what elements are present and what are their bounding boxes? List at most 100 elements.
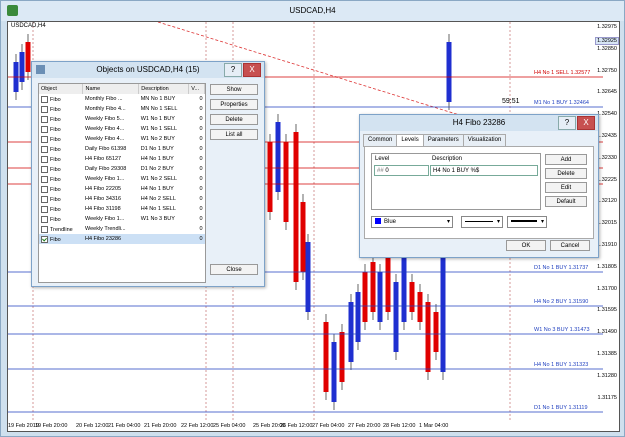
symbol-label: USDCAD,H4 (11, 23, 46, 29)
level-column-header: Level (375, 156, 390, 162)
visibility-checkbox[interactable] (41, 175, 48, 183)
fibo-close-icon[interactable]: X (577, 116, 595, 130)
date-tick: 28 Feb 12:00 (383, 423, 416, 429)
object-description: MN No 1 SELL (140, 106, 178, 112)
table-row[interactable]: Fibo H4 Fibo 65127 H4 No 1 BUY 0 (39, 154, 205, 164)
table-row[interactable]: Fibo Daily Fibo 61398 D1 No 1 BUY 0 (39, 144, 205, 154)
candle-body (362, 272, 368, 322)
fibo-dialog-titlebar[interactable]: H4 Fibo 23286 ? X (360, 115, 598, 131)
table-row[interactable]: Fibo Weekly Fibo 5... W1 No 1 BUY 0 (39, 114, 205, 124)
level-description-field[interactable]: H4 No 1 BUY %$ (430, 165, 538, 176)
visibility-checkbox[interactable] (41, 95, 48, 103)
visibility-checkbox[interactable] (41, 185, 48, 193)
table-row[interactable]: Fibo H4 Fibo 23286 0 (39, 234, 205, 244)
visibility-checkbox[interactable] (41, 165, 48, 173)
object-description: D1 No 2 BUY (140, 166, 174, 172)
default-levels-button[interactable]: Default (545, 196, 587, 207)
price-tick: 1.31175 (597, 394, 617, 401)
visibility-checkbox[interactable] (41, 105, 48, 113)
candle-body (417, 292, 423, 322)
cancel-button[interactable]: Cancel (550, 240, 590, 251)
object-type: Fibo (50, 206, 61, 213)
object-visibility: 0 (199, 96, 203, 102)
levels-table[interactable]: Level Description ## 0 H4 No 1 BUY %$ (371, 153, 541, 210)
object-type: Fibo (50, 176, 61, 183)
column-header[interactable]: Description (138, 84, 190, 94)
price-tick: 1.31385 (597, 351, 617, 357)
date-tick: 22 Feb 12:00 (181, 423, 214, 429)
visibility-checkbox[interactable] (41, 215, 48, 223)
properties-button[interactable]: Properties (210, 99, 258, 110)
object-type: Fibo (50, 186, 61, 193)
visibility-checkbox[interactable] (41, 135, 48, 143)
price-tick: 1.32850 (597, 45, 617, 52)
date-tick: 25 Feb 04:00 (213, 423, 246, 429)
table-row[interactable]: Fibo H4 Fibo 34316 H4 No 2 SELL 0 (39, 194, 205, 204)
visibility-checkbox[interactable] (41, 145, 48, 153)
price-tick: 1.31595 (597, 307, 617, 314)
table-row[interactable]: Fibo Daily Fibo 29308 D1 No 2 BUY 0 (39, 164, 205, 174)
edit-level-button[interactable]: Edit (545, 182, 587, 193)
fibo-help-button[interactable]: ? (558, 116, 576, 130)
visibility-checkbox[interactable] (41, 125, 48, 133)
delete-button[interactable]: Delete (210, 114, 258, 125)
table-row[interactable]: Fibo Weekly Fibo 1... W1 No 3 BUY 0 (39, 214, 205, 224)
object-visibility: 0 (199, 156, 203, 162)
table-row[interactable]: Fibo Weekly Fibo 4... W1 No 2 BUY 0 (39, 134, 205, 144)
price-tick: 1.32435 (597, 133, 617, 139)
ok-button[interactable]: OK (506, 240, 546, 251)
level-value-field[interactable]: ## 0 (374, 165, 429, 176)
bar-countdown: 59:51 (502, 98, 520, 105)
candle-body (267, 142, 273, 212)
close-button[interactable]: Close (210, 264, 258, 275)
list-all-button[interactable]: List all (210, 129, 258, 140)
column-header[interactable]: Object (39, 84, 84, 94)
date-tick: 1 Mar 04:00 (419, 423, 449, 429)
line-style-select[interactable]: ▾ (461, 216, 503, 228)
show-button[interactable]: Show (210, 84, 258, 95)
table-row[interactable]: Fibo Monthly Fibo 4... MN No 1 SELL 0 (39, 104, 205, 114)
table-row[interactable]: Fibo Weekly Fibo 4... W1 No 1 SELL 0 (39, 124, 205, 134)
help-button[interactable]: ? (224, 63, 242, 77)
objects-dialog: Objects on USDCAD,H4 (15) ? X Object Name… (31, 61, 265, 287)
price-tick: 1.31280 (597, 372, 617, 379)
table-row[interactable]: Fibo Weekly Fibo 1... W1 No 2 SELL 0 (39, 174, 205, 184)
description-column-header: Description (432, 156, 463, 162)
column-header[interactable]: V... (188, 84, 205, 94)
object-name: H4 Fibo 23286 (84, 236, 122, 242)
candle-body (25, 42, 31, 72)
visibility-checkbox[interactable] (41, 205, 48, 213)
visibility-checkbox[interactable] (41, 115, 48, 123)
line-width-select[interactable]: ▾ (507, 216, 547, 228)
objects-dialog-titlebar[interactable]: Objects on USDCAD,H4 (15) ? X (32, 62, 264, 78)
object-description: H4 No 2 SELL (140, 196, 176, 202)
visibility-checkbox[interactable] (41, 235, 48, 243)
object-name: Weekly Trendli... (84, 226, 126, 232)
table-row[interactable]: Trendline Weekly Trendli... 0 (39, 224, 205, 234)
column-header[interactable]: Name (82, 84, 140, 94)
date-tick: 27 Feb 20:00 (348, 423, 381, 429)
color-select[interactable]: Blue ▾ (371, 216, 453, 228)
color-swatch (375, 218, 381, 225)
object-description (139, 224, 189, 234)
candle-body (300, 202, 306, 272)
table-row[interactable]: Fibo H4 Fibo 31198 H4 No 1 SELL 0 (39, 204, 205, 214)
delete-level-button[interactable]: Delete (545, 168, 587, 179)
price-tick: 1.32645 (597, 89, 617, 96)
candle-body (275, 122, 281, 192)
visibility-checkbox[interactable] (41, 195, 48, 203)
object-type: Fibo (50, 96, 61, 103)
add-level-button[interactable]: Add (545, 154, 587, 165)
objects-list[interactable]: Object Name Description V... Fibo Monthly Fi… (38, 83, 206, 283)
object-type: Fibo (50, 216, 61, 223)
table-row[interactable]: Fibo H4 Fibo 22205 H4 No 1 BUY 0 (39, 184, 205, 194)
object-type: Fibo (50, 136, 61, 143)
price-tick: 1.32225 (597, 176, 617, 183)
close-icon[interactable]: X (243, 63, 261, 77)
table-row[interactable]: Fibo Monthly Fibo ... MN No 1 BUY 0 (39, 94, 205, 104)
object-type: Fibo (50, 156, 61, 163)
visibility-checkbox[interactable] (41, 155, 48, 163)
object-type: Fibo (50, 146, 61, 153)
visibility-checkbox[interactable] (41, 225, 48, 233)
candle-body (283, 142, 289, 222)
